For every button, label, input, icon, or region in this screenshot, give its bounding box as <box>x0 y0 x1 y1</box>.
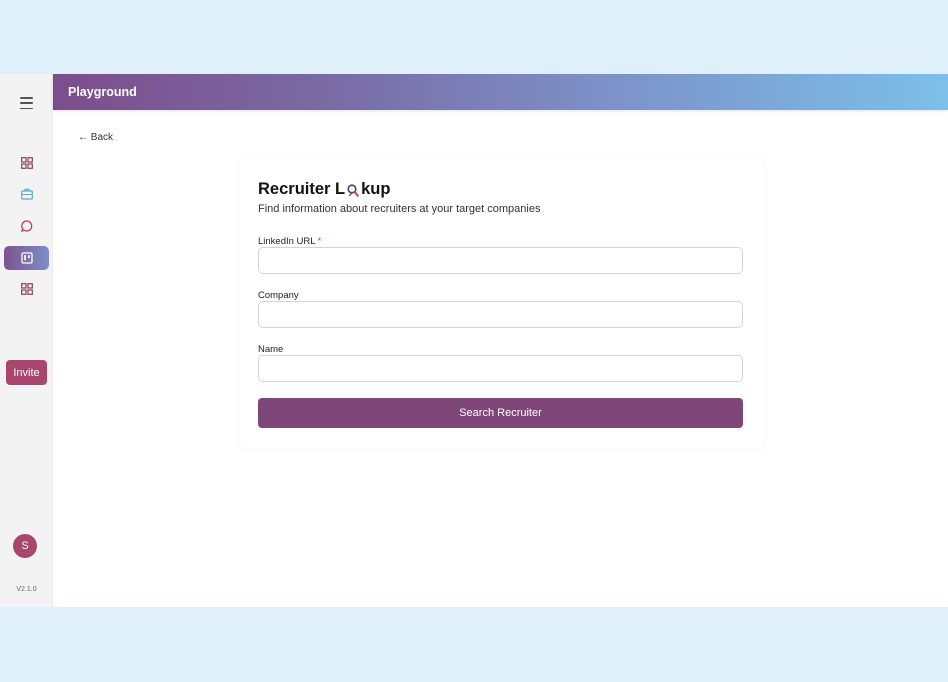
dashboard-grid-icon <box>20 157 33 169</box>
board-icon <box>20 252 33 264</box>
name-input[interactable] <box>258 355 743 382</box>
search-recruiter-button[interactable]: Search Recruiter <box>258 398 743 428</box>
app-window: Invite S V2.1.0 Playground ← Back Recrui… <box>0 74 948 607</box>
sidebar-item-dashboard[interactable] <box>4 151 49 175</box>
name-label: Name <box>258 344 284 355</box>
company-input[interactable] <box>258 301 743 328</box>
apps-grid-icon <box>20 283 33 295</box>
recruiter-lookup-card: Recruiter L kup Find information about r… <box>240 158 764 448</box>
hamburger-menu-icon[interactable] <box>20 97 33 109</box>
chat-bubble-icon <box>20 220 32 232</box>
magnifier-icon <box>347 184 359 197</box>
form-title-suffix: kup <box>361 180 391 198</box>
required-marker: * <box>317 236 322 247</box>
linkedin-url-label-text: LinkedIn URL <box>258 236 316 247</box>
briefcase-icon <box>20 188 33 200</box>
sidebar-item-messages[interactable] <box>4 214 49 238</box>
version-label: V2.1.0 <box>16 586 37 593</box>
top-header: Playground <box>53 74 948 110</box>
user-avatar[interactable]: S <box>13 534 37 558</box>
sidebar-item-playground[interactable] <box>4 246 49 270</box>
form-title-prefix: Recruiter L <box>258 180 346 198</box>
company-label: Company <box>258 290 299 301</box>
sidebar: Invite S V2.1.0 <box>0 74 53 607</box>
form-subtitle: Find information about recruiters at you… <box>258 203 541 215</box>
form-title: Recruiter L kup <box>258 180 390 199</box>
page-title: Playground <box>68 85 137 99</box>
back-link[interactable]: ← Back <box>78 132 113 143</box>
linkedin-url-input[interactable] <box>258 247 743 274</box>
invite-button[interactable]: Invite <box>6 360 47 385</box>
linkedin-url-label: LinkedIn URL * <box>258 236 321 247</box>
device-frame: Invite S V2.1.0 Playground ← Back Recrui… <box>0 0 948 682</box>
sidebar-item-jobs[interactable] <box>4 182 49 206</box>
sidebar-item-apps[interactable] <box>4 277 49 301</box>
